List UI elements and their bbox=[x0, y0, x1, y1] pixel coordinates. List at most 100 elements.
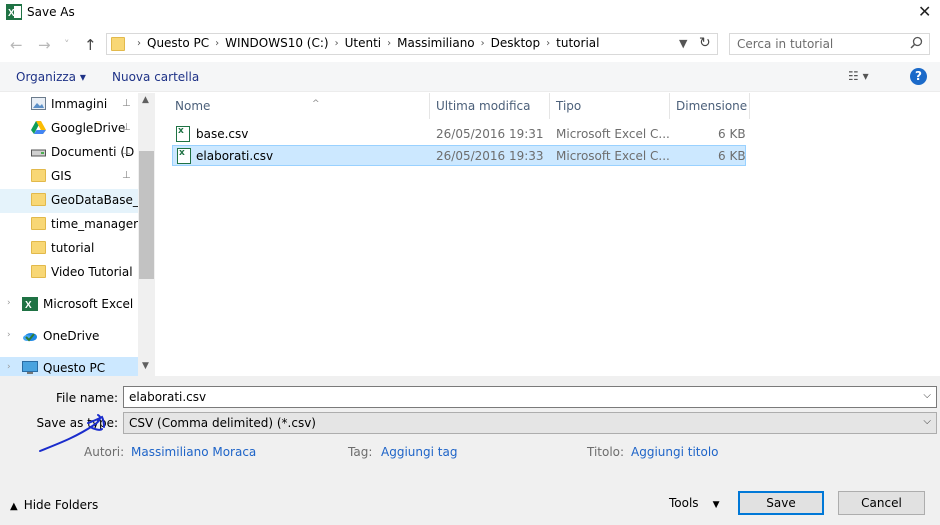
breadcrumb-item[interactable]: Utenti bbox=[345, 36, 382, 50]
nav-item-onedrive[interactable]: › OneDrive bbox=[0, 325, 138, 349]
column-header-label: Ultima modifica bbox=[436, 99, 531, 113]
nav-item-googledrive[interactable]: GoogleDrive ⊥ bbox=[0, 117, 138, 141]
folder-icon bbox=[31, 193, 46, 206]
nav-item-microsoft-excel[interactable]: › X Microsoft Excel bbox=[0, 293, 138, 317]
breadcrumb-item[interactable]: Massimiliano bbox=[397, 36, 475, 50]
file-size: 6 KB bbox=[718, 149, 746, 163]
search-input[interactable]: Cerca in tutorial bbox=[729, 33, 930, 55]
file-name: base.csv bbox=[196, 127, 249, 141]
view-options-icon[interactable]: ☷ ▾ bbox=[848, 69, 869, 83]
column-header-size[interactable]: Dimensione bbox=[670, 93, 750, 119]
title-bar: X Save As ✕ bbox=[0, 0, 940, 26]
back-icon[interactable]: ← bbox=[10, 36, 23, 54]
pin-icon: ⊥ bbox=[122, 122, 131, 133]
nav-item-gis[interactable]: GIS ⊥ bbox=[0, 165, 138, 189]
nav-item-label: tutorial bbox=[51, 241, 95, 255]
search-placeholder: Cerca in tutorial bbox=[737, 37, 834, 51]
hide-folders-button[interactable]: ▲ Hide Folders bbox=[10, 498, 98, 512]
annotation-arrow bbox=[39, 414, 105, 452]
cancel-button[interactable]: Cancel bbox=[838, 491, 925, 515]
breadcrumb-item[interactable]: Questo PC bbox=[147, 36, 209, 50]
file-row[interactable]: elaborati.csv 26/05/2016 19:33 Microsoft… bbox=[172, 145, 746, 166]
chevron-down-icon[interactable]: ⌵ bbox=[923, 416, 931, 427]
sort-ascending-icon: ^ bbox=[312, 99, 320, 109]
tag-value[interactable]: Aggiungi tag bbox=[381, 445, 457, 459]
chevron-right-icon: › bbox=[137, 37, 141, 49]
file-row[interactable]: base.csv 26/05/2016 19:31 Microsoft Exce… bbox=[172, 124, 746, 145]
nav-item-time-manager[interactable]: time_manager bbox=[0, 213, 138, 237]
scroll-down-icon[interactable]: ▼ bbox=[142, 361, 149, 371]
file-name: elaborati.csv bbox=[196, 149, 274, 163]
computer-icon bbox=[22, 361, 38, 374]
up-folder-icon[interactable]: ↑ bbox=[84, 36, 97, 54]
column-header-date[interactable]: Ultima modifica bbox=[430, 93, 550, 119]
breadcrumb-item[interactable]: tutorial bbox=[556, 36, 599, 50]
nav-root-label: Microsoft Excel bbox=[43, 297, 134, 311]
breadcrumb-item[interactable]: WINDOWS10 (C:) bbox=[225, 36, 328, 50]
file-name-field[interactable]: elaborati.csv ⌵ bbox=[123, 386, 937, 408]
refresh-icon[interactable]: ↻ bbox=[699, 35, 711, 51]
breadcrumb-item[interactable]: Desktop bbox=[491, 36, 541, 50]
column-header-type[interactable]: Tipo bbox=[550, 93, 670, 119]
folder-icon bbox=[31, 169, 46, 182]
csv-file-icon bbox=[176, 126, 190, 142]
folder-icon bbox=[111, 37, 125, 51]
folder-icon bbox=[31, 241, 46, 254]
title-field: Titolo: Aggiungi titolo bbox=[587, 445, 719, 459]
save-form: File name: elaborati.csv ⌵ Save as type:… bbox=[0, 376, 940, 525]
chevron-up-icon: ▲ bbox=[10, 501, 18, 512]
chevron-right-icon[interactable]: › bbox=[387, 38, 391, 49]
address-bar[interactable]: › Questo PC › WINDOWS10 (C:) › Utenti › … bbox=[106, 33, 718, 55]
scrollbar-thumb[interactable] bbox=[139, 151, 154, 279]
folder-icon bbox=[31, 265, 46, 278]
nav-item-tutorial[interactable]: tutorial bbox=[0, 237, 138, 261]
save-type-select[interactable]: CSV (Comma delimited) (*.csv) ⌵ bbox=[123, 412, 937, 434]
file-name-label: File name: bbox=[56, 391, 118, 405]
csv-file-icon bbox=[177, 148, 191, 164]
chevron-right-icon[interactable]: › bbox=[335, 38, 339, 49]
pictures-icon bbox=[31, 97, 46, 110]
authors-value[interactable]: Massimiliano Moraca bbox=[131, 445, 256, 459]
nav-item-geodatabase[interactable]: GeoDataBase_M bbox=[0, 189, 149, 213]
organize-button[interactable]: Organizza ▾ bbox=[16, 70, 86, 84]
help-icon[interactable]: ? bbox=[910, 68, 927, 85]
save-button[interactable]: Save bbox=[738, 491, 824, 515]
nav-item-label: Video Tutorial bbox=[51, 265, 133, 279]
nav-item-immagini[interactable]: Immagini ⊥ bbox=[0, 93, 138, 117]
chevron-down-icon[interactable]: ▼ bbox=[679, 37, 687, 50]
column-header-label: Tipo bbox=[556, 99, 582, 113]
nav-item-label: GeoDataBase_M bbox=[51, 193, 150, 207]
recent-locations-icon[interactable]: ˅ bbox=[64, 38, 70, 51]
svg-text:X: X bbox=[8, 8, 15, 19]
chevron-down-icon: ▼ bbox=[712, 500, 720, 510]
forward-icon[interactable]: → bbox=[38, 36, 51, 54]
nav-item-label: GoogleDrive bbox=[51, 121, 126, 135]
nav-item-label: GIS bbox=[51, 169, 72, 183]
excel-icon: X bbox=[6, 4, 22, 20]
column-header-name[interactable]: ^ Nome bbox=[172, 93, 430, 119]
close-icon[interactable]: ✕ bbox=[918, 2, 931, 21]
chevron-right-icon[interactable]: › bbox=[481, 38, 485, 49]
pin-icon: ⊥ bbox=[122, 170, 131, 181]
command-bar: Organizza ▾ Nuova cartella ☷ ▾ ? bbox=[0, 62, 940, 92]
chevron-right-icon[interactable]: › bbox=[7, 330, 11, 340]
column-header-label: Nome bbox=[175, 99, 211, 113]
scroll-up-icon[interactable]: ▲ bbox=[142, 95, 149, 105]
nav-item-label: time_manager bbox=[51, 217, 139, 231]
file-size: 6 KB bbox=[718, 127, 746, 141]
tools-menu[interactable]: Tools ▼ bbox=[669, 496, 719, 510]
new-folder-button[interactable]: Nuova cartella bbox=[112, 70, 199, 84]
title-value[interactable]: Aggiungi titolo bbox=[631, 445, 719, 459]
chevron-right-icon[interactable]: › bbox=[546, 38, 550, 49]
tools-label: Tools bbox=[669, 496, 699, 510]
nav-item-documenti[interactable]: Documenti (D ⊥ bbox=[0, 141, 138, 165]
nav-item-video-tutorial[interactable]: Video Tutorial bbox=[0, 261, 138, 285]
chevron-right-icon[interactable]: › bbox=[7, 298, 11, 308]
chevron-down-icon[interactable]: ⌵ bbox=[923, 390, 931, 401]
chevron-right-icon[interactable]: › bbox=[7, 362, 11, 372]
google-drive-icon bbox=[31, 121, 46, 134]
nav-item-questo-pc[interactable]: › Questo PC bbox=[0, 357, 138, 376]
nav-scrollbar[interactable]: ▲ ▼ bbox=[138, 93, 155, 376]
nav-item-label: Immagini bbox=[51, 97, 108, 111]
chevron-right-icon[interactable]: › bbox=[215, 38, 219, 49]
